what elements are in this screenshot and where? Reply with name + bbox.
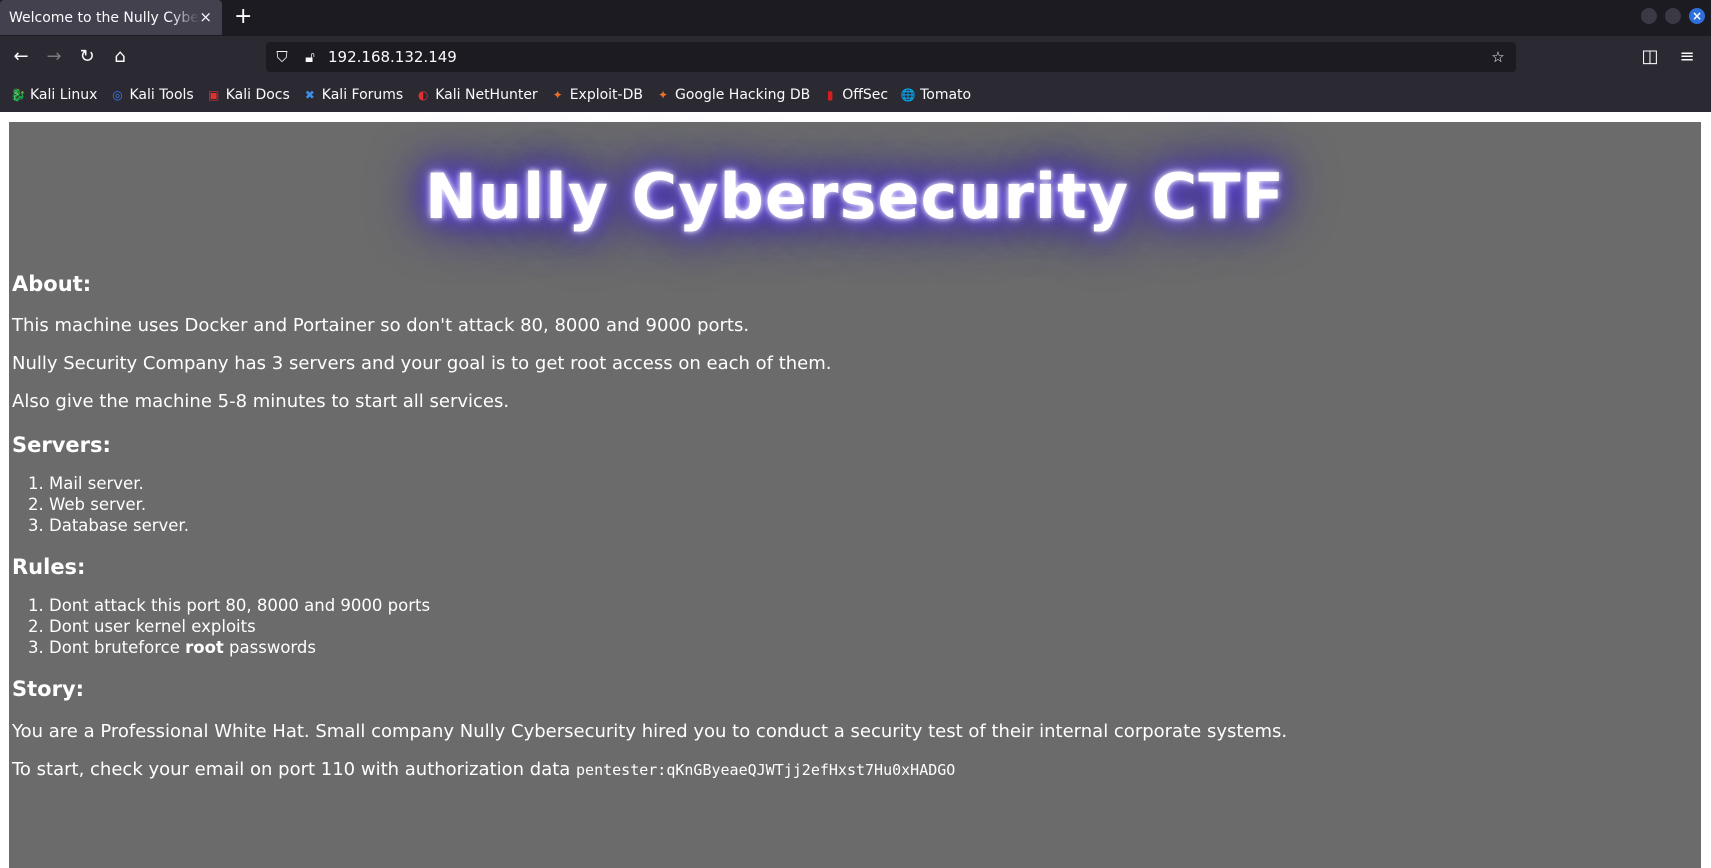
- bookmarks-toolbar: 🐉 Kali Linux ◎ Kali Tools ▣ Kali Docs ✖ Kali Fo…: [0, 78, 1711, 112]
- close-tab-icon[interactable]: ×: [199, 8, 212, 26]
- page-viewport: Nully Cybersecurity CTF About: This mach…: [0, 112, 1711, 868]
- window-controls: ×: [1641, 8, 1705, 24]
- tab-active[interactable]: Welcome to the Nully Cybersecurity CTF ×: [0, 0, 222, 35]
- navigation-bar: ← → ↻ ⌂ ⛉ 🔓︎ 192.168.132.149 ☆ ◫ ≡: [0, 36, 1711, 78]
- rule-text: Dont bruteforce: [49, 638, 186, 657]
- new-tab-button[interactable]: +: [234, 5, 252, 29]
- insecure-lock-icon[interactable]: 🔓︎: [300, 47, 320, 67]
- minimize-button[interactable]: [1641, 8, 1657, 24]
- kali-forums-icon: ✖: [304, 88, 315, 102]
- nethunter-icon: ◐: [417, 88, 429, 102]
- shield-icon[interactable]: ⛉: [272, 47, 292, 67]
- kali-tools-icon: ◎: [112, 88, 123, 102]
- back-arrow-icon[interactable]: ←: [10, 46, 32, 68]
- bookmark-kali-linux[interactable]: 🐉 Kali Linux: [10, 87, 98, 103]
- bookmark-label: Kali Forums: [321, 87, 404, 103]
- bookmark-exploit-db[interactable]: ✦ Exploit-DB: [550, 87, 643, 103]
- bookmark-star-icon[interactable]: ☆: [1488, 47, 1508, 67]
- pocket-icon[interactable]: ◫: [1639, 46, 1661, 68]
- bookmark-label: Google Hacking DB: [674, 87, 811, 103]
- hero-title: Nully Cybersecurity CTF: [425, 160, 1285, 233]
- bookmark-kali-forums[interactable]: ✖ Kali Forums: [302, 87, 403, 103]
- credentials: pentester:qKnGByeaeQJWTjj2efHxst7Hu0xHAD…: [576, 761, 956, 779]
- bookmark-offsec[interactable]: ▮ OffSec: [822, 87, 888, 103]
- list-item: Dont attack this port 80, 8000 and 9000 …: [49, 595, 1692, 616]
- maximize-button[interactable]: [1665, 8, 1681, 24]
- bookmark-kali-nethunter[interactable]: ◐ Kali NetHunter: [415, 87, 538, 103]
- address-bar[interactable]: ⛉ 🔓︎ 192.168.132.149 ☆: [266, 42, 1516, 72]
- forward-arrow-icon[interactable]: →: [43, 46, 65, 68]
- hamburger-menu-icon[interactable]: ≡: [1676, 46, 1698, 68]
- about-heading: About:: [12, 272, 92, 296]
- globe-icon: 🌐: [900, 88, 916, 102]
- rule-bold-root: root: [185, 638, 224, 657]
- story-text: To start, check your email on port 110 w…: [12, 759, 577, 780]
- close-window-button[interactable]: ×: [1689, 8, 1705, 24]
- about-paragraph-1: This machine uses Docker and Portainer s…: [12, 315, 750, 336]
- home-icon[interactable]: ⌂: [109, 46, 131, 68]
- bookmark-google-hacking-db[interactable]: ✦ Google Hacking DB: [655, 87, 810, 103]
- bookmark-label: OffSec: [842, 87, 889, 103]
- bookmark-label: Kali Tools: [129, 87, 194, 103]
- bookmark-label: Kali NetHunter: [435, 87, 538, 103]
- tab-strip: Welcome to the Nully Cybersecurity CTF ×…: [0, 0, 1711, 36]
- list-item: Mail server.: [49, 473, 1692, 494]
- rule-text: passwords: [223, 638, 316, 657]
- reload-icon[interactable]: ↻: [76, 46, 98, 68]
- kali-dragon-icon: 🐉: [10, 88, 26, 102]
- list-item: Dont bruteforce root passwords: [49, 637, 1692, 658]
- servers-heading: Servers:: [12, 433, 111, 457]
- bookmark-label: Kali Linux: [30, 87, 98, 103]
- story-heading: Story:: [12, 677, 85, 701]
- kali-docs-icon: ▣: [208, 88, 220, 102]
- list-item: Web server.: [49, 494, 1692, 515]
- bookmark-label: Tomato: [920, 87, 972, 103]
- exploit-db-icon: ✦: [552, 88, 563, 102]
- story-paragraph-1: You are a Professional White Hat. Small …: [12, 721, 1288, 742]
- page-body: Nully Cybersecurity CTF About: This mach…: [9, 122, 1701, 868]
- list-item: Dont user kernel exploits: [49, 616, 1692, 637]
- about-paragraph-2: Nully Security Company has 3 servers and…: [12, 353, 832, 374]
- url-text[interactable]: 192.168.132.149: [328, 48, 457, 66]
- list-item: Database server.: [49, 515, 1692, 536]
- servers-list: Mail server. Web server. Database server…: [12, 473, 1692, 536]
- rules-list: Dont attack this port 80, 8000 and 9000 …: [12, 595, 1692, 658]
- bookmark-label: Kali Docs: [225, 87, 290, 103]
- bookmark-tomato[interactable]: 🌐 Tomato: [900, 87, 972, 103]
- main-content: About: This machine uses Docker and Port…: [12, 272, 1692, 781]
- story-paragraph-2: To start, check your email on port 110 w…: [12, 759, 1692, 781]
- bookmark-kali-tools[interactable]: ◎ Kali Tools: [109, 87, 193, 103]
- bookmark-kali-docs[interactable]: ▣ Kali Docs: [206, 87, 290, 103]
- rules-heading: Rules:: [12, 555, 86, 579]
- offsec-icon: ▮: [826, 88, 834, 102]
- about-paragraph-3: Also give the machine 5-8 minutes to sta…: [12, 391, 510, 412]
- ghdb-icon: ✦: [657, 88, 669, 102]
- tab-title: Welcome to the Nully Cybersecurity CTF: [9, 9, 199, 26]
- bookmark-label: Exploit-DB: [569, 87, 643, 103]
